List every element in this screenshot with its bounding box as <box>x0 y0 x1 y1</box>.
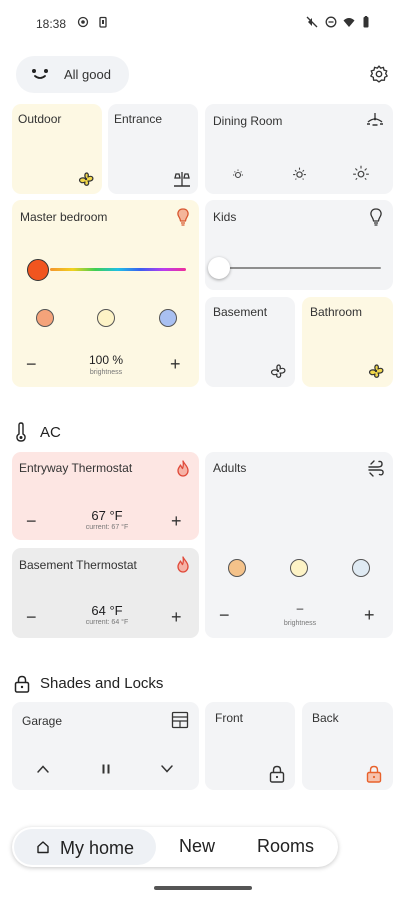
smiley-icon <box>32 69 48 79</box>
tile-label: Outdoor <box>18 112 62 126</box>
nav-label: My home <box>60 838 135 858</box>
temperature-setpoint: 67 °F <box>91 508 123 523</box>
tile-outdoor[interactable]: Outdoor <box>12 104 102 194</box>
status-bar: 18:38 <box>0 0 404 44</box>
section-title-ac: AC <box>40 424 61 441</box>
tile-label: Master bedroom <box>20 210 108 224</box>
temperature-current: current: 64 °F <box>85 619 129 626</box>
mode-preset-warm[interactable] <box>228 559 246 577</box>
color-preset-orange[interactable] <box>36 309 54 327</box>
nav-item-rooms[interactable]: Rooms <box>257 836 314 857</box>
temperature-increase-button[interactable]: + <box>171 512 182 530</box>
brightness-decrease-button[interactable]: − <box>26 355 37 373</box>
bottom-nav: My home New Rooms <box>12 827 338 867</box>
tile-master-bedroom[interactable]: Master bedroom − 100 % brightness + <box>12 200 199 387</box>
flame-icon <box>177 460 189 477</box>
tile-label: Basement Thermostat <box>19 558 137 572</box>
mode-preset-cool[interactable] <box>352 559 370 577</box>
target-icon <box>77 16 89 28</box>
battery-saver-icon <box>99 16 107 28</box>
tile-entrance[interactable]: Entrance <box>108 104 198 194</box>
tile-front-lock[interactable]: Front <box>205 702 295 790</box>
unlock-icon <box>366 765 382 783</box>
chevron-up-icon[interactable] <box>36 763 50 775</box>
bulb-icon <box>177 208 189 226</box>
fan-icon <box>369 364 384 378</box>
section-title-shades-locks: Shades and Locks <box>40 675 164 692</box>
temperature-decrease-button[interactable]: − <box>26 608 37 626</box>
brightness-slider-track[interactable] <box>219 267 381 269</box>
lock-icon <box>269 765 285 783</box>
fan-icon <box>271 364 286 378</box>
tile-basement-thermostat[interactable]: Basement Thermostat − 64 °F current: 64 … <box>12 548 199 638</box>
wifi-icon <box>343 18 355 27</box>
color-slider-thumb[interactable] <box>27 259 49 281</box>
tile-adults[interactable]: Adults − – brightness + <box>205 452 393 638</box>
brightness-medium-icon[interactable] <box>291 165 308 182</box>
tile-label: Entryway Thermostat <box>19 461 133 475</box>
home-icon <box>37 841 49 854</box>
tile-dining-room[interactable]: Dining Room <box>205 104 393 194</box>
tile-label: Garage <box>22 714 63 728</box>
mode-preset-neutral[interactable] <box>290 559 308 577</box>
tile-label: Entrance <box>114 112 163 126</box>
temperature-setpoint: 64 °F <box>91 603 123 618</box>
mute-icon <box>306 16 318 28</box>
tile-label: Front <box>215 711 244 725</box>
lock-icon <box>14 675 30 693</box>
tile-label: Adults <box>213 461 247 475</box>
brightness-value: 100 % <box>88 353 124 367</box>
status-chip[interactable]: All good <box>16 56 129 93</box>
temperature-increase-button[interactable]: + <box>171 608 182 626</box>
chandelier-icon <box>367 113 383 126</box>
tile-back-lock[interactable]: Back <box>302 702 393 790</box>
fan-icon <box>79 172 94 186</box>
tile-label: Dining Room <box>213 114 283 128</box>
bulb-outline-icon <box>370 208 382 226</box>
brightness-low-icon[interactable] <box>230 166 246 182</box>
pause-icon[interactable] <box>100 763 112 775</box>
tile-label: Kids <box>213 210 237 224</box>
tile-label: Bathroom <box>310 305 363 319</box>
gesture-handle[interactable] <box>154 886 252 890</box>
tile-entryway-thermostat[interactable]: Entryway Thermostat − 67 °F current: 67 … <box>12 452 199 540</box>
brightness-high-icon[interactable] <box>352 164 370 182</box>
dnd-icon <box>325 16 337 28</box>
nav-item-new[interactable]: New <box>179 836 215 857</box>
battery-icon <box>363 16 369 28</box>
tile-basement[interactable]: Basement <box>205 297 295 387</box>
color-preset-warm-white[interactable] <box>97 309 115 327</box>
temperature-current: current: 67 °F <box>85 524 129 531</box>
status-text: All good <box>64 67 111 82</box>
level-value: – <box>296 601 304 615</box>
thermometer-icon <box>16 422 26 442</box>
brightness-increase-button[interactable]: + <box>170 355 181 373</box>
tile-kids[interactable]: Kids <box>205 200 393 290</box>
level-increase-button[interactable]: + <box>364 606 375 624</box>
chevron-down-icon[interactable] <box>160 763 174 775</box>
air-icon <box>368 460 384 477</box>
color-slider-track[interactable] <box>50 268 186 271</box>
brightness-label: brightness <box>89 369 123 376</box>
flame-icon <box>177 556 189 573</box>
blinds-icon <box>171 711 189 729</box>
level-decrease-button[interactable]: − <box>219 606 230 624</box>
color-preset-blue[interactable] <box>159 309 177 327</box>
brightness-slider-thumb[interactable] <box>208 257 230 279</box>
nav-item-my-home[interactable]: My home <box>14 829 156 865</box>
gear-icon[interactable] <box>369 64 389 84</box>
floor-lamp-icon <box>174 172 190 187</box>
tile-label: Basement <box>213 305 268 319</box>
level-label: brightness <box>283 620 317 627</box>
status-time: 18:38 <box>36 17 67 31</box>
tile-bathroom[interactable]: Bathroom <box>302 297 393 387</box>
tile-garage[interactable]: Garage <box>12 702 199 790</box>
tile-label: Back <box>312 711 339 725</box>
temperature-decrease-button[interactable]: − <box>26 512 37 530</box>
